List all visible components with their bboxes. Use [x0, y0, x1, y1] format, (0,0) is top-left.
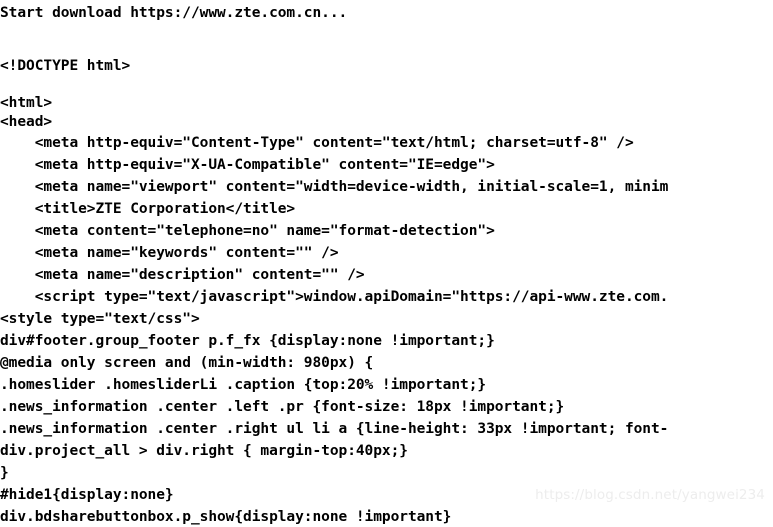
line-doctype: <!DOCTYPE html>: [0, 58, 131, 74]
line-css-hide1: #hide1{display:none}: [0, 487, 174, 503]
line-css-homeslider: .homeslider .homesliderLi .caption {top:…: [0, 377, 487, 393]
line-meta-content-type: <meta http-equiv="Content-Type" content=…: [0, 135, 634, 151]
line-meta-x-ua: <meta http-equiv="X-UA-Compatible" conte…: [0, 157, 495, 173]
line-css-news-left: .news_information .center .left .pr {fon…: [0, 399, 565, 415]
line-title: <title>ZTE Corporation</title>: [0, 201, 296, 217]
line-status: Start download https://www.zte.com.cn...: [0, 5, 348, 21]
line-head-open: <head>: [0, 114, 53, 130]
csdn-blog-watermark: https://blog.csdn.net/yangwei234: [535, 487, 765, 503]
line-meta-keywords: <meta name="keywords" content="" />: [0, 245, 339, 261]
line-css-media: @media only screen and (min-width: 980px…: [0, 355, 374, 371]
line-meta-telephone: <meta content="telephone=no" name="forma…: [0, 223, 495, 239]
line-style-open: <style type="text/css">: [0, 311, 200, 327]
line-css-bdshare-pshow: div.bdsharebuttonbox.p_show{display:none…: [0, 509, 452, 525]
console-output-pane: Start download https://www.zte.com.cn...…: [0, 0, 773, 527]
line-css-news-right: .news_information .center .right ul li a…: [0, 421, 669, 437]
line-css-footer: div#footer.group_footer p.f_fx {display:…: [0, 333, 495, 349]
line-meta-description: <meta name="description" content="" />: [0, 267, 365, 283]
line-meta-viewport: <meta name="viewport" content="width=dev…: [0, 179, 669, 195]
line-css-project-all: div.project_all > div.right { margin-top…: [0, 443, 408, 459]
line-script-apidomain: <script type="text/javascript">window.ap…: [0, 289, 669, 305]
line-css-media-close: }: [0, 465, 9, 481]
